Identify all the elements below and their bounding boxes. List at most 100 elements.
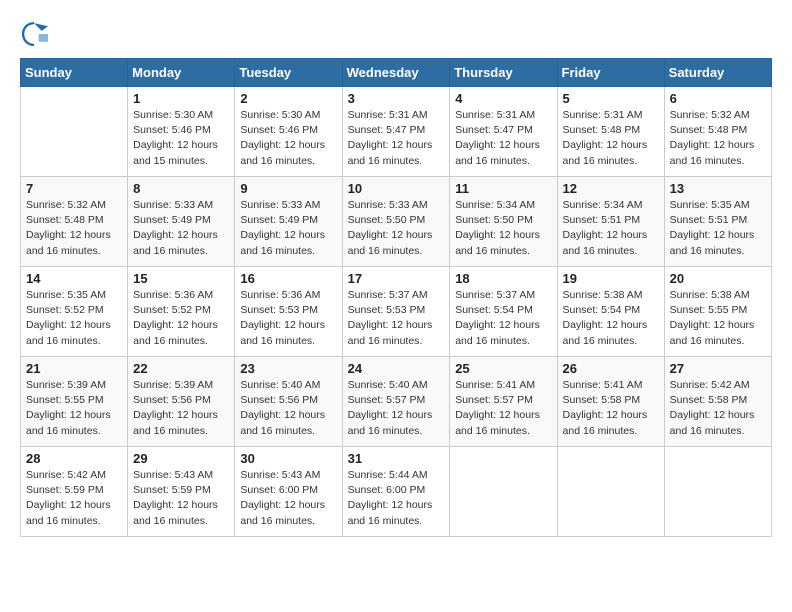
header	[20, 20, 772, 48]
calendar-cell: 8 Sunrise: 5:33 AMSunset: 5:49 PMDaylight…	[128, 177, 235, 267]
calendar-cell: 3 Sunrise: 5:31 AMSunset: 5:47 PMDaylight…	[342, 87, 450, 177]
calendar-cell: 1 Sunrise: 5:30 AMSunset: 5:46 PMDaylight…	[128, 87, 235, 177]
day-number: 4	[455, 91, 551, 106]
day-number: 29	[133, 451, 229, 466]
day-number: 6	[670, 91, 766, 106]
cell-info: Sunrise: 5:30 AMSunset: 5:46 PMDaylight:…	[133, 108, 229, 169]
cell-info: Sunrise: 5:39 AMSunset: 5:55 PMDaylight:…	[26, 378, 122, 439]
calendar-cell: 7 Sunrise: 5:32 AMSunset: 5:48 PMDaylight…	[21, 177, 128, 267]
day-number: 22	[133, 361, 229, 376]
calendar-cell: 13 Sunrise: 5:35 AMSunset: 5:51 PMDayligh…	[664, 177, 771, 267]
day-number: 26	[563, 361, 659, 376]
column-header-thursday: Thursday	[450, 59, 557, 87]
cell-info: Sunrise: 5:31 AMSunset: 5:47 PMDaylight:…	[348, 108, 445, 169]
day-number: 25	[455, 361, 551, 376]
calendar-cell: 29 Sunrise: 5:43 AMSunset: 5:59 PMDayligh…	[128, 447, 235, 537]
cell-info: Sunrise: 5:37 AMSunset: 5:53 PMDaylight:…	[348, 288, 445, 349]
calendar-cell: 12 Sunrise: 5:34 AMSunset: 5:51 PMDayligh…	[557, 177, 664, 267]
cell-info: Sunrise: 5:42 AMSunset: 5:58 PMDaylight:…	[670, 378, 766, 439]
calendar-cell: 23 Sunrise: 5:40 AMSunset: 5:56 PMDayligh…	[235, 357, 342, 447]
cell-info: Sunrise: 5:38 AMSunset: 5:54 PMDaylight:…	[563, 288, 659, 349]
calendar-cell	[664, 447, 771, 537]
cell-info: Sunrise: 5:36 AMSunset: 5:52 PMDaylight:…	[133, 288, 229, 349]
cell-info: Sunrise: 5:40 AMSunset: 5:57 PMDaylight:…	[348, 378, 445, 439]
column-header-wednesday: Wednesday	[342, 59, 450, 87]
cell-info: Sunrise: 5:41 AMSunset: 5:58 PMDaylight:…	[563, 378, 659, 439]
cell-info: Sunrise: 5:36 AMSunset: 5:53 PMDaylight:…	[240, 288, 336, 349]
week-row-5: 28 Sunrise: 5:42 AMSunset: 5:59 PMDayligh…	[21, 447, 772, 537]
day-number: 5	[563, 91, 659, 106]
cell-info: Sunrise: 5:34 AMSunset: 5:51 PMDaylight:…	[563, 198, 659, 259]
calendar-cell: 4 Sunrise: 5:31 AMSunset: 5:47 PMDaylight…	[450, 87, 557, 177]
cell-info: Sunrise: 5:31 AMSunset: 5:48 PMDaylight:…	[563, 108, 659, 169]
calendar-cell: 2 Sunrise: 5:30 AMSunset: 5:46 PMDaylight…	[235, 87, 342, 177]
day-number: 19	[563, 271, 659, 286]
cell-info: Sunrise: 5:30 AMSunset: 5:46 PMDaylight:…	[240, 108, 336, 169]
calendar-cell: 11 Sunrise: 5:34 AMSunset: 5:50 PMDayligh…	[450, 177, 557, 267]
day-number: 30	[240, 451, 336, 466]
calendar-cell: 9 Sunrise: 5:33 AMSunset: 5:49 PMDaylight…	[235, 177, 342, 267]
calendar-cell: 25 Sunrise: 5:41 AMSunset: 5:57 PMDayligh…	[450, 357, 557, 447]
calendar-cell: 24 Sunrise: 5:40 AMSunset: 5:57 PMDayligh…	[342, 357, 450, 447]
day-number: 10	[348, 181, 445, 196]
calendar-cell: 27 Sunrise: 5:42 AMSunset: 5:58 PMDayligh…	[664, 357, 771, 447]
day-number: 24	[348, 361, 445, 376]
cell-info: Sunrise: 5:33 AMSunset: 5:49 PMDaylight:…	[133, 198, 229, 259]
cell-info: Sunrise: 5:33 AMSunset: 5:50 PMDaylight:…	[348, 198, 445, 259]
day-number: 28	[26, 451, 122, 466]
logo	[20, 20, 52, 48]
column-header-monday: Monday	[128, 59, 235, 87]
day-number: 15	[133, 271, 229, 286]
day-number: 3	[348, 91, 445, 106]
header-row: SundayMondayTuesdayWednesdayThursdayFrid…	[21, 59, 772, 87]
calendar-cell: 6Sunrise: 5:32 AMSunset: 5:48 PMDaylight…	[664, 87, 771, 177]
calendar-cell: 18Sunrise: 5:37 AMSunset: 5:54 PMDayligh…	[450, 267, 557, 357]
calendar-cell: 21 Sunrise: 5:39 AMSunset: 5:55 PMDayligh…	[21, 357, 128, 447]
calendar-cell: 15 Sunrise: 5:36 AMSunset: 5:52 PMDayligh…	[128, 267, 235, 357]
logo-icon	[20, 20, 48, 48]
day-number: 2	[240, 91, 336, 106]
day-number: 23	[240, 361, 336, 376]
cell-info: Sunrise: 5:35 AMSunset: 5:52 PMDaylight:…	[26, 288, 122, 349]
calendar-cell: 28 Sunrise: 5:42 AMSunset: 5:59 PMDayligh…	[21, 447, 128, 537]
week-row-2: 7 Sunrise: 5:32 AMSunset: 5:48 PMDaylight…	[21, 177, 772, 267]
day-number: 11	[455, 181, 551, 196]
cell-info: Sunrise: 5:39 AMSunset: 5:56 PMDaylight:…	[133, 378, 229, 439]
cell-info: Sunrise: 5:31 AMSunset: 5:47 PMDaylight:…	[455, 108, 551, 169]
cell-info: Sunrise: 5:35 AMSunset: 5:51 PMDaylight:…	[670, 198, 766, 259]
week-row-1: 1 Sunrise: 5:30 AMSunset: 5:46 PMDaylight…	[21, 87, 772, 177]
calendar-cell: 20Sunrise: 5:38 AMSunset: 5:55 PMDayligh…	[664, 267, 771, 357]
cell-info: Sunrise: 5:42 AMSunset: 5:59 PMDaylight:…	[26, 468, 122, 529]
day-number: 18	[455, 271, 551, 286]
day-number: 13	[670, 181, 766, 196]
week-row-4: 21 Sunrise: 5:39 AMSunset: 5:55 PMDayligh…	[21, 357, 772, 447]
calendar-cell	[21, 87, 128, 177]
day-number: 14	[26, 271, 122, 286]
day-number: 7	[26, 181, 122, 196]
day-number: 1	[133, 91, 229, 106]
day-number: 12	[563, 181, 659, 196]
cell-info: Sunrise: 5:34 AMSunset: 5:50 PMDaylight:…	[455, 198, 551, 259]
cell-info: Sunrise: 5:41 AMSunset: 5:57 PMDaylight:…	[455, 378, 551, 439]
cell-info: Sunrise: 5:38 AMSunset: 5:55 PMDaylight:…	[670, 288, 766, 349]
calendar-cell: 10 Sunrise: 5:33 AMSunset: 5:50 PMDayligh…	[342, 177, 450, 267]
day-number: 9	[240, 181, 336, 196]
column-header-friday: Friday	[557, 59, 664, 87]
day-number: 8	[133, 181, 229, 196]
day-number: 21	[26, 361, 122, 376]
day-number: 31	[348, 451, 445, 466]
calendar-cell: 26 Sunrise: 5:41 AMSunset: 5:58 PMDayligh…	[557, 357, 664, 447]
day-number: 27	[670, 361, 766, 376]
column-header-saturday: Saturday	[664, 59, 771, 87]
cell-info: Sunrise: 5:33 AMSunset: 5:49 PMDaylight:…	[240, 198, 336, 259]
calendar-cell	[450, 447, 557, 537]
cell-info: Sunrise: 5:32 AMSunset: 5:48 PMDaylight:…	[26, 198, 122, 259]
week-row-3: 14 Sunrise: 5:35 AMSunset: 5:52 PMDayligh…	[21, 267, 772, 357]
cell-info: Sunrise: 5:43 AMSunset: 5:59 PMDaylight:…	[133, 468, 229, 529]
calendar-cell: 19 Sunrise: 5:38 AMSunset: 5:54 PMDayligh…	[557, 267, 664, 357]
cell-info: Sunrise: 5:40 AMSunset: 5:56 PMDaylight:…	[240, 378, 336, 439]
calendar-cell: 22 Sunrise: 5:39 AMSunset: 5:56 PMDayligh…	[128, 357, 235, 447]
day-number: 16	[240, 271, 336, 286]
calendar-cell: 16 Sunrise: 5:36 AMSunset: 5:53 PMDayligh…	[235, 267, 342, 357]
cell-info: Sunrise: 5:43 AMSunset: 6:00 PMDaylight:…	[240, 468, 336, 529]
